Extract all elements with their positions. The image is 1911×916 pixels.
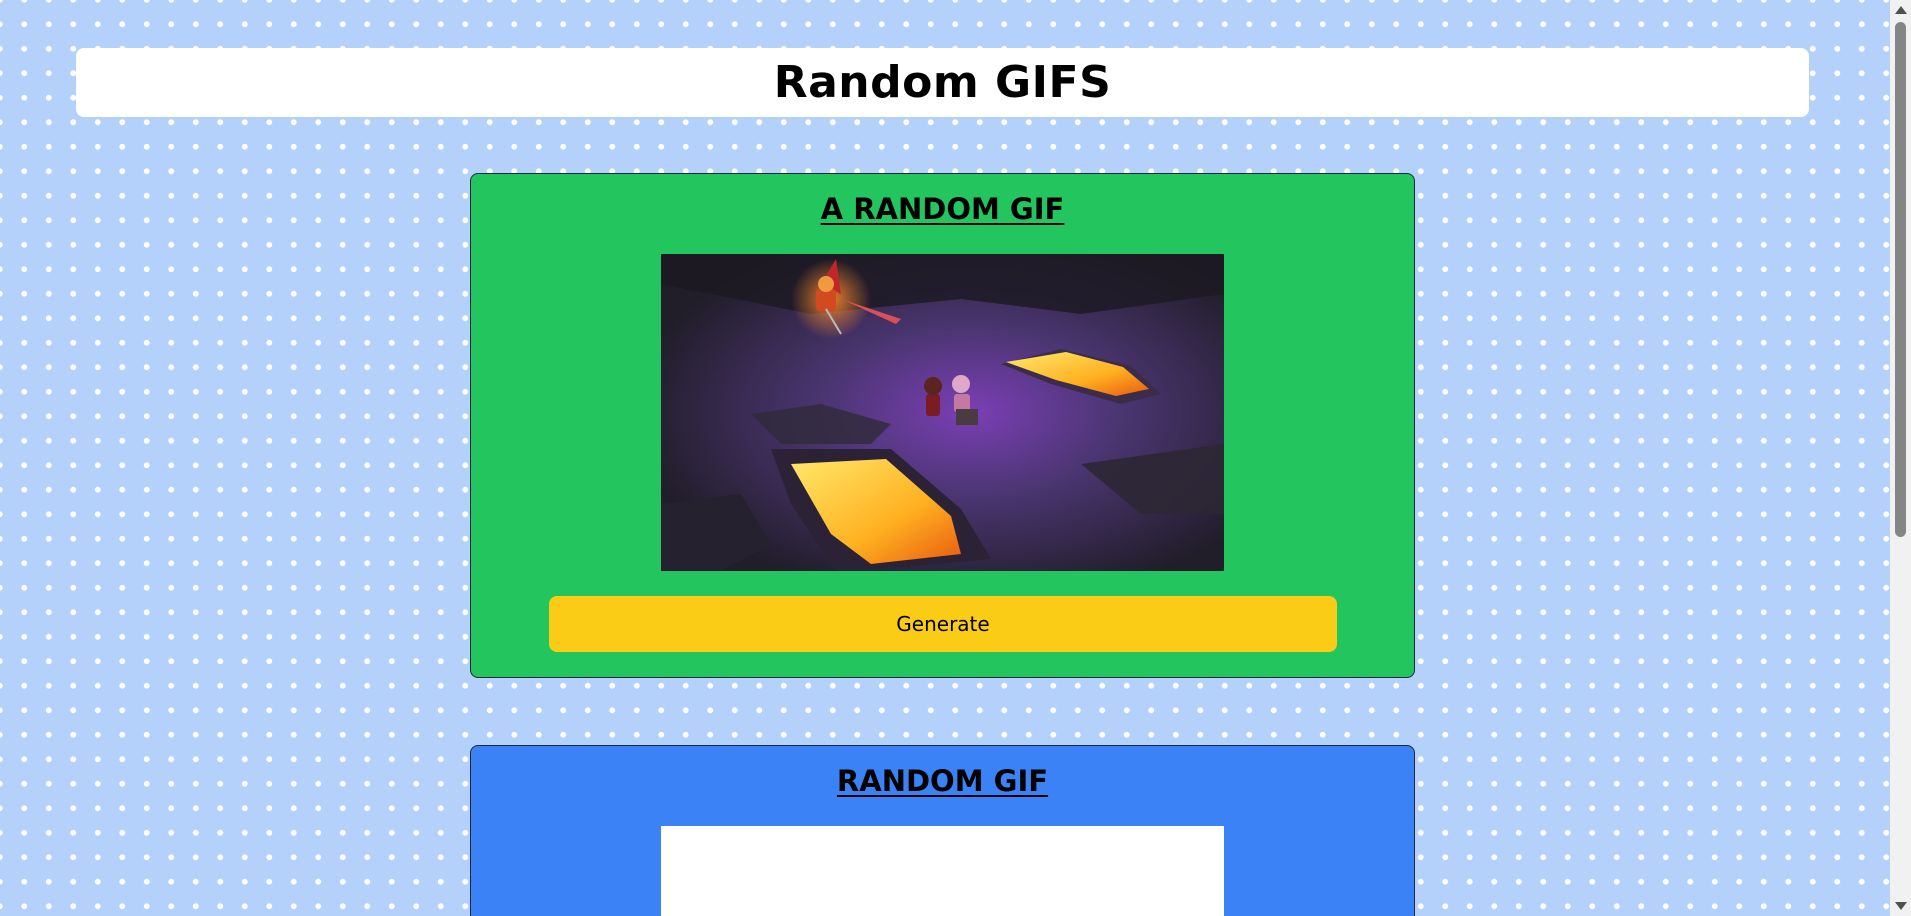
page-title: Random GIFS	[773, 57, 1112, 108]
gif-image	[661, 254, 1224, 571]
card-title: A RANDOM GIF	[820, 192, 1065, 226]
gif-image-placeholder	[661, 826, 1224, 916]
scroll-up-icon[interactable]	[1895, 6, 1907, 14]
card-title: RANDOM GIF	[836, 764, 1049, 798]
random-gif-card: A RANDOM GIF Generate	[470, 173, 1415, 678]
gif-scene-illustration	[661, 254, 1224, 571]
scrollbar-thumb[interactable]	[1895, 22, 1906, 537]
random-gif-card-2: RANDOM GIF	[470, 745, 1415, 916]
scroll-down-icon[interactable]	[1895, 902, 1907, 910]
vertical-scrollbar[interactable]	[1890, 0, 1911, 916]
generate-button[interactable]: Generate	[549, 596, 1337, 652]
page-header: Random GIFS	[76, 48, 1809, 117]
